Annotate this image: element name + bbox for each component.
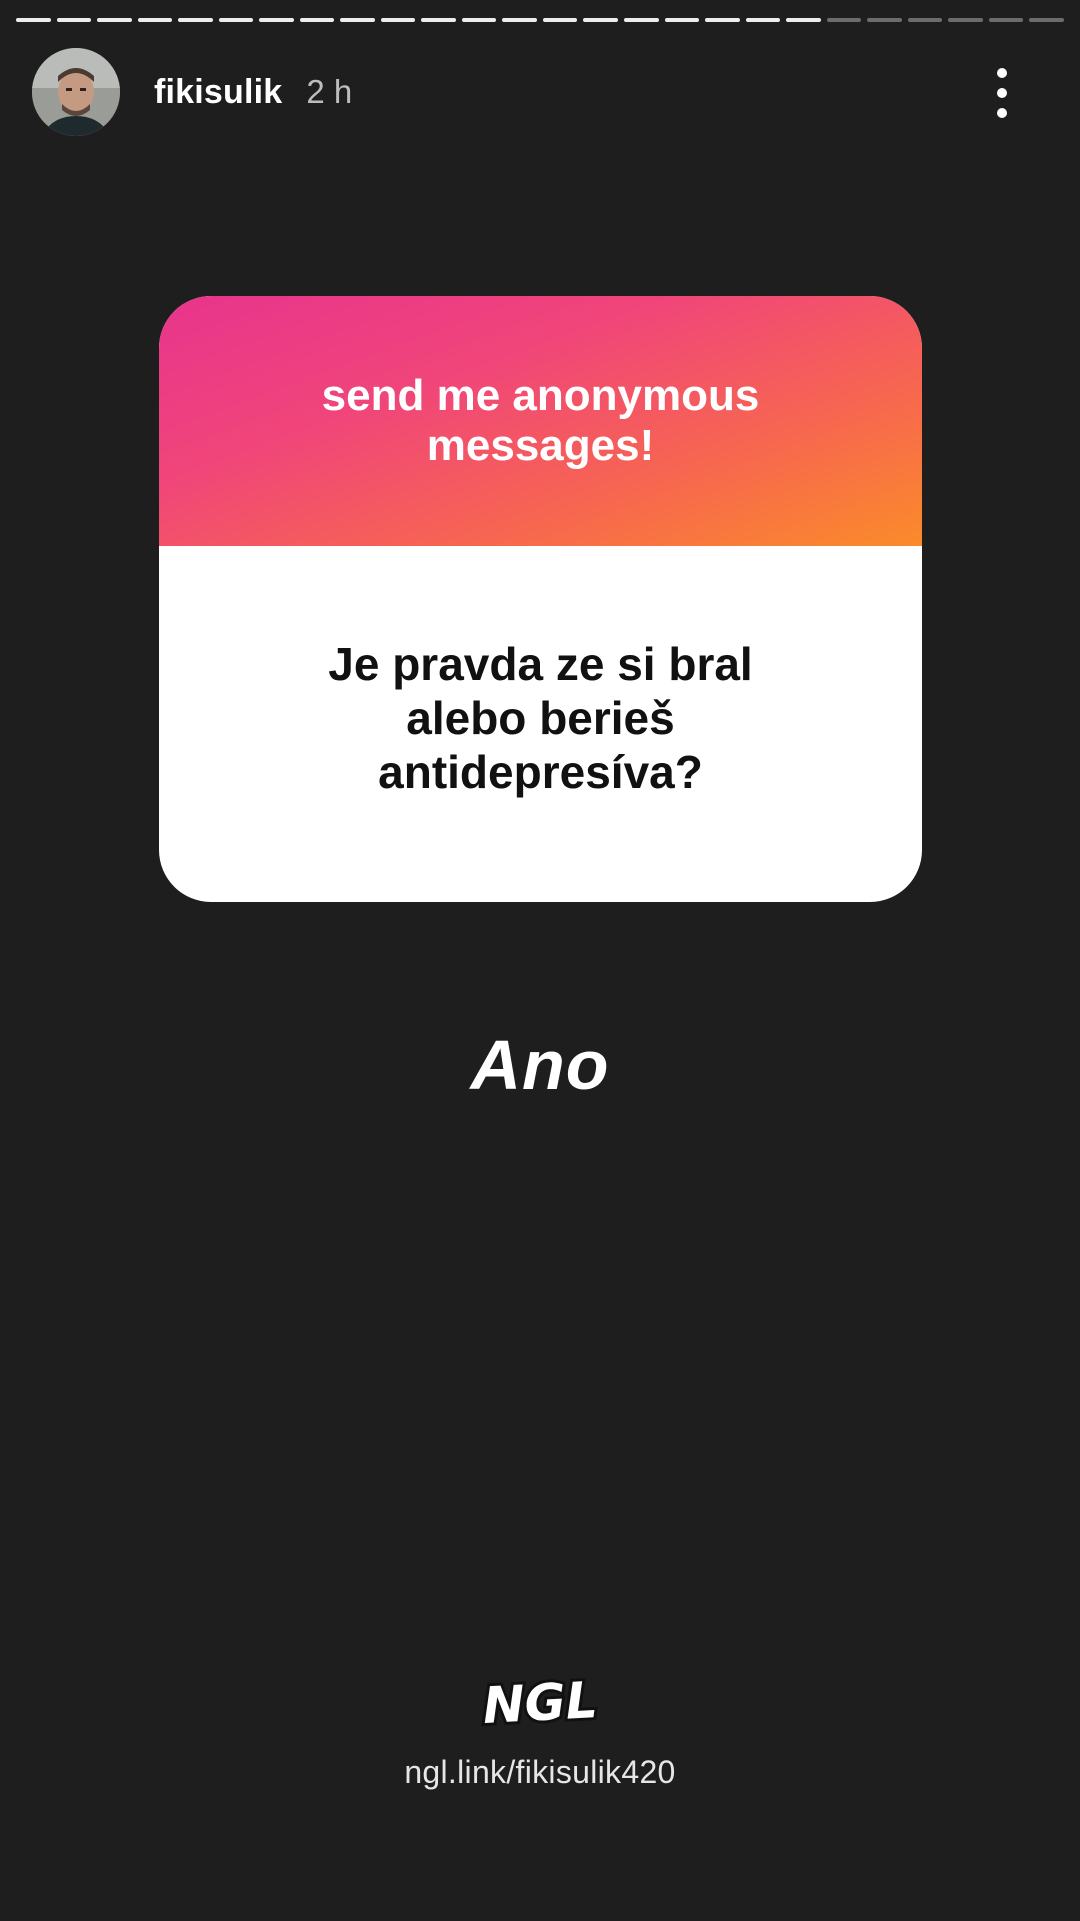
progress-segment — [745, 18, 781, 22]
progress-segment — [178, 18, 213, 22]
progress-segment — [705, 18, 740, 22]
story-viewer[interactable]: fikisulik 2 h send me anonymous messages… — [0, 0, 1080, 1921]
progress-segment — [340, 18, 375, 22]
profile-photo-icon — [32, 48, 120, 136]
progress-segment — [907, 18, 943, 22]
answer-text: Ano — [470, 1026, 610, 1104]
ngl-logo-text: NGL — [481, 1671, 599, 1735]
progress-segment — [299, 18, 335, 22]
progress-segment — [664, 18, 700, 22]
username[interactable]: fikisulik — [154, 73, 282, 112]
progress-segment — [137, 18, 173, 22]
progress-segment — [867, 18, 902, 22]
question-card-header: send me anonymous messages! — [159, 296, 922, 546]
progress-segment — [542, 18, 578, 22]
avatar[interactable] — [32, 48, 120, 136]
progress-segment — [1029, 18, 1064, 22]
progress-segment — [218, 18, 254, 22]
question-card-body: Je pravda ze si bral alebo berieš antide… — [159, 546, 922, 902]
progress-segment — [380, 18, 416, 22]
more-options-button[interactable] — [982, 68, 1022, 118]
ngl-link[interactable]: ngl.link/fikisulik420 — [0, 1754, 1080, 1791]
progress-segment — [623, 18, 659, 22]
progress-segment — [97, 18, 132, 22]
progress-segment — [421, 18, 456, 22]
timestamp: 2 h — [306, 73, 353, 110]
progress-segment — [259, 18, 294, 22]
story-progress-bar — [16, 18, 1064, 23]
progress-segment — [583, 18, 618, 22]
more-vertical-icon — [997, 68, 1007, 78]
question-text: Je pravda ze si bral alebo berieš antide… — [328, 638, 753, 798]
progress-segment — [16, 18, 51, 22]
progress-segment — [826, 18, 862, 22]
progress-segment — [461, 18, 497, 22]
ngl-logo[interactable]: NGL — [460, 1663, 620, 1739]
prompt-text: send me anonymous messages! — [321, 371, 760, 470]
progress-segment — [948, 18, 983, 22]
progress-segment — [56, 18, 92, 22]
progress-segment — [786, 18, 821, 22]
story-header: fikisulik 2 h — [32, 46, 1056, 138]
question-card: send me anonymous messages! Je pravda ze… — [159, 296, 922, 902]
progress-segment — [502, 18, 537, 22]
progress-segment — [988, 18, 1024, 22]
